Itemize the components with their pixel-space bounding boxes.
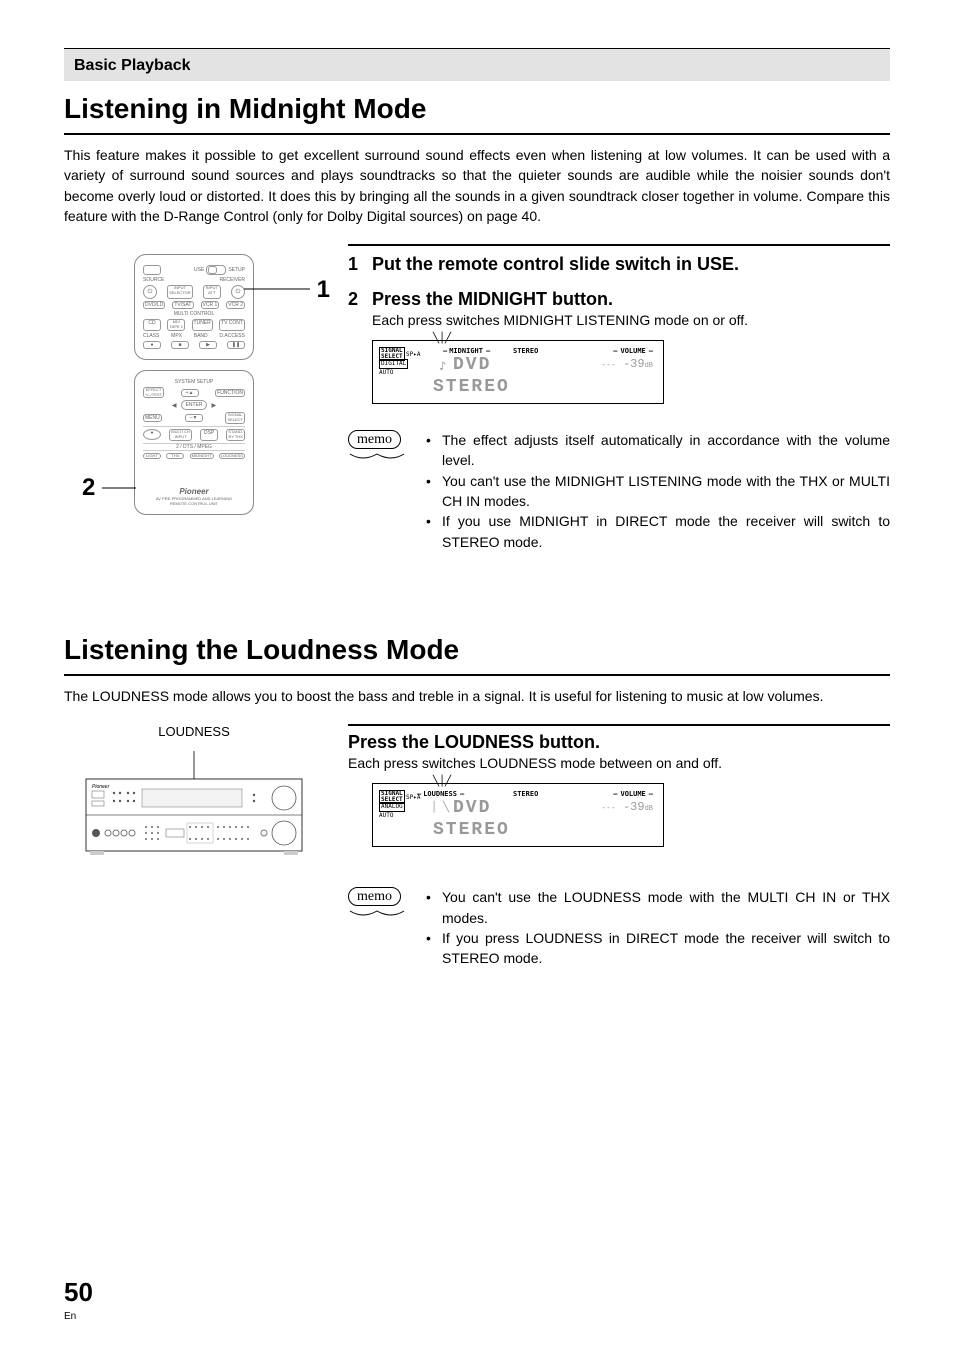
diagram-label: LOUDNESS bbox=[64, 724, 324, 739]
antenna-icon: ╲│╱ bbox=[433, 333, 451, 344]
svg-text:Pioneer: Pioneer bbox=[92, 784, 110, 790]
remote-btn: TV CONT bbox=[219, 319, 245, 331]
remote-btn: MD/ TAPE 1 bbox=[167, 319, 185, 331]
music-note-icon: ♪ bbox=[439, 359, 446, 373]
memo-list: •You can't use the LOUDNESS mode with th… bbox=[426, 887, 890, 968]
remote-lower: SYSTEM SETUP EFFECT +/–/TEST +▲ FUNCTION… bbox=[134, 370, 254, 516]
step-subtext: Each press switches MIDNIGHT LISTENING m… bbox=[372, 312, 890, 328]
remote-btn: VCR 2 bbox=[226, 301, 245, 309]
remote-btn: CD bbox=[143, 319, 161, 331]
remote-figure: 1 2 USE SETUP bbox=[64, 254, 324, 515]
remote-btn: TV/SAT bbox=[172, 301, 193, 309]
heading-midnight: Listening in Midnight Mode bbox=[64, 81, 890, 135]
step-number: 1 bbox=[348, 254, 362, 275]
remote-btn: DVD/LD bbox=[143, 301, 165, 309]
section-header: Basic Playback bbox=[64, 48, 890, 81]
memo-underline-icon bbox=[348, 909, 406, 921]
manual-page: Basic Playback Listening in Midnight Mod… bbox=[0, 0, 954, 1348]
memo-badge: memo bbox=[348, 887, 401, 906]
memo-badge: memo bbox=[348, 430, 401, 449]
step-title-1: Put the remote control slide switch in U… bbox=[372, 254, 739, 275]
remote-upper: USE SETUP SOURCE RECEIVER ⏻ bbox=[134, 254, 254, 360]
step-subtext: Each press switches LOUDNESS mode betwee… bbox=[348, 755, 890, 771]
page-number: 50 bbox=[64, 1277, 93, 1308]
remote-btn: TUNER bbox=[192, 319, 213, 331]
remote-source-label: SOURCE bbox=[143, 277, 164, 283]
callout-2: 2 bbox=[82, 474, 95, 502]
memo-list: •The effect adjusts itself automatically… bbox=[426, 430, 890, 552]
callout-1: 1 bbox=[317, 276, 330, 304]
receiver-figure: Pioneer bbox=[84, 751, 304, 861]
remote-receiver-label: RECEIVER bbox=[219, 277, 245, 283]
remote-multi-label: MULTI CONTROL bbox=[143, 311, 245, 317]
remote-use-label: USE bbox=[194, 267, 204, 273]
intro-loudness: The LOUDNESS mode allows you to boost th… bbox=[64, 686, 890, 706]
power-icon: ⏻ bbox=[231, 285, 245, 299]
lcd-display-midnight: ╲│╱ SIGNAL SELECT SP▸A DIGITAL AUTO —MID… bbox=[372, 340, 664, 404]
remote-btn: VCR 1 bbox=[201, 301, 220, 309]
page-lang: En bbox=[64, 1311, 76, 1322]
heading-loudness: Listening the Loudness Mode bbox=[64, 622, 890, 676]
intro-midnight: This feature makes it possible to get ex… bbox=[64, 145, 890, 226]
step-title-2: Press the MIDNIGHT button. bbox=[372, 289, 613, 310]
lcd-display-loudness: ╲│╱ SIGNAL SELECT SP▸A ANALOG AUTO —LOUD… bbox=[372, 783, 664, 847]
memo-underline-icon bbox=[348, 452, 406, 464]
power-icon: ⏻ bbox=[143, 285, 157, 299]
remote-setup-label: SETUP bbox=[228, 267, 245, 273]
step-number: 2 bbox=[348, 289, 362, 310]
step-title-loudness: Press the LOUDNESS button. bbox=[348, 732, 890, 753]
antenna-icon: ╲│╱ bbox=[433, 776, 451, 787]
